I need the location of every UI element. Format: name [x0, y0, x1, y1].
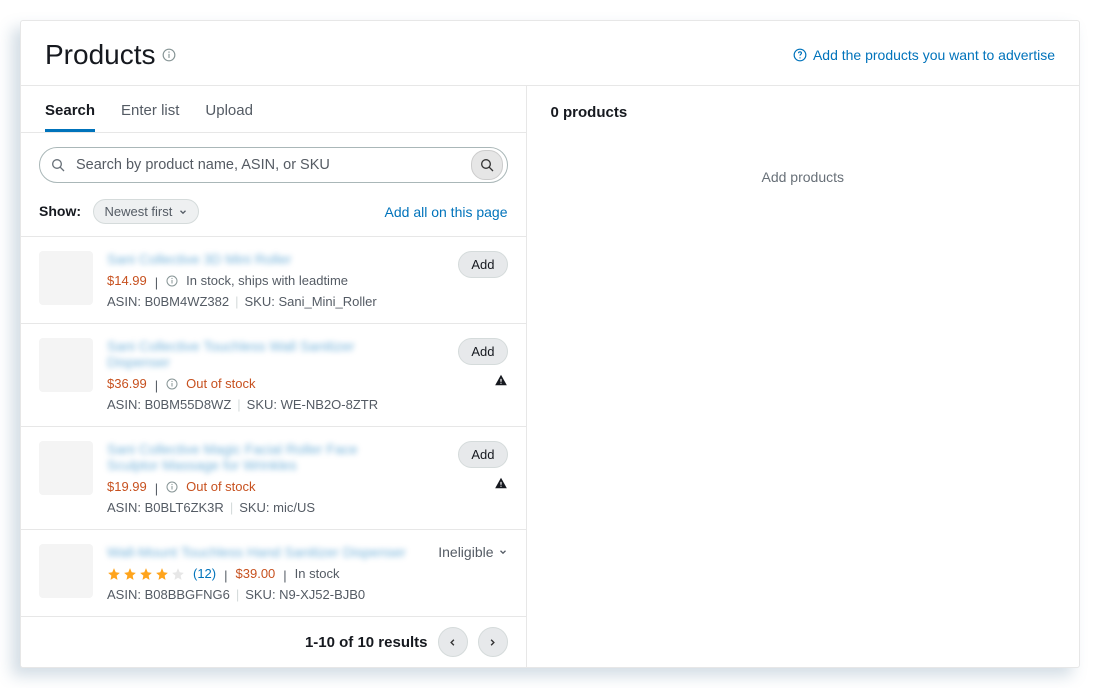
product-row: Sani Collective Magic Facial Roller Face…	[21, 427, 526, 530]
product-name[interactable]: Sani Collective Touchless Wall Sanitizer…	[107, 338, 408, 370]
page-title-text: Products	[45, 39, 156, 71]
product-name[interactable]: Wall-Mount Touchless Hand Sanitizer Disp…	[107, 544, 408, 560]
warning-icon	[494, 373, 508, 387]
pagination: 1-10 of 10 results	[21, 617, 526, 667]
star-icon	[139, 567, 153, 581]
help-icon	[793, 48, 807, 62]
page-title: Products	[45, 39, 176, 71]
product-price: $39.00	[236, 566, 276, 581]
product-list: Sani Collective 3D Mini Roller $14.99|In…	[21, 237, 526, 617]
selected-count: 0 products	[551, 104, 1056, 121]
add-product-button[interactable]: Add	[458, 338, 507, 365]
sort-value: Newest first	[104, 204, 172, 219]
star-icon	[123, 567, 137, 581]
stock-status: In stock	[295, 566, 340, 581]
search-field-wrap	[39, 147, 508, 183]
product-info: Sani Collective Touchless Wall Sanitizer…	[107, 338, 408, 412]
left-column: Search Enter list Upload Show: Newest	[21, 86, 527, 667]
prev-page-button[interactable]	[438, 627, 468, 657]
search-row	[21, 133, 526, 193]
product-action: Add	[422, 251, 508, 309]
chevron-down-icon	[498, 547, 508, 557]
help-link-text: Add the products you want to advertise	[813, 47, 1055, 63]
chevron-down-icon	[178, 207, 188, 217]
chevron-right-icon	[487, 637, 498, 648]
tab-upload[interactable]: Upload	[205, 102, 253, 132]
product-row: Wall-Mount Touchless Hand Sanitizer Disp…	[21, 530, 526, 617]
filter-row: Show: Newest first Add all on this page	[21, 193, 526, 237]
stock-status: Out of stock	[186, 376, 255, 391]
star-rating	[107, 567, 185, 581]
ineligible-dropdown[interactable]: Ineligible	[438, 544, 507, 560]
panel-header: Products Add the products you want to ad…	[21, 21, 1079, 86]
product-info: Sani Collective Magic Facial Roller Face…	[107, 441, 408, 515]
product-name[interactable]: Sani Collective Magic Facial Roller Face…	[107, 441, 408, 473]
sort-dropdown[interactable]: Newest first	[93, 199, 199, 224]
tab-search[interactable]: Search	[45, 102, 95, 132]
sort-controls: Show: Newest first	[39, 199, 199, 224]
star-icon	[107, 567, 121, 581]
product-row: Sani Collective 3D Mini Roller $14.99|In…	[21, 237, 526, 324]
search-button[interactable]	[471, 150, 503, 180]
star-icon	[171, 567, 185, 581]
product-price: $19.99	[107, 479, 147, 494]
star-icon	[155, 567, 169, 581]
product-action: Add	[422, 338, 508, 412]
product-ids: ASIN: B0BLT6ZK3R|SKU: mic/US	[107, 500, 408, 515]
product-thumbnail	[39, 544, 93, 598]
product-thumbnail	[39, 338, 93, 392]
review-count[interactable]: (12)	[193, 566, 216, 581]
product-row: Sani Collective Touchless Wall Sanitizer…	[21, 324, 526, 427]
empty-state-text: Add products	[551, 169, 1056, 185]
add-product-button[interactable]: Add	[458, 251, 507, 278]
products-panel: Products Add the products you want to ad…	[20, 20, 1080, 668]
product-price: $36.99	[107, 376, 147, 391]
product-ids: ASIN: B0BM4WZ382|SKU: Sani_Mini_Roller	[107, 294, 408, 309]
product-ids: ASIN: B0BM55D8WZ|SKU: WE-NB2O-8ZTR	[107, 397, 408, 412]
add-product-button[interactable]: Add	[458, 441, 507, 468]
product-action: Add	[422, 441, 508, 515]
product-action: Ineligible	[422, 544, 508, 602]
product-ids: ASIN: B08BBGFNG6|SKU: N9-XJ52-BJB0	[107, 587, 408, 602]
product-thumbnail	[39, 251, 93, 305]
stock-status: In stock, ships with leadtime	[186, 273, 348, 288]
help-link[interactable]: Add the products you want to advertise	[793, 47, 1055, 63]
info-icon[interactable]	[166, 481, 178, 493]
product-name[interactable]: Sani Collective 3D Mini Roller	[107, 251, 408, 267]
stock-status: Out of stock	[186, 479, 255, 494]
right-column: 0 products Add products	[527, 86, 1080, 667]
pagination-text: 1-10 of 10 results	[305, 634, 428, 651]
info-icon[interactable]	[162, 48, 176, 62]
show-label: Show:	[39, 203, 81, 219]
info-icon[interactable]	[166, 275, 178, 287]
next-page-button[interactable]	[478, 627, 508, 657]
product-thumbnail	[39, 441, 93, 495]
product-info: Sani Collective 3D Mini Roller $14.99|In…	[107, 251, 408, 309]
tab-enter-list[interactable]: Enter list	[121, 102, 179, 132]
add-all-link[interactable]: Add all on this page	[385, 204, 508, 220]
product-info: Wall-Mount Touchless Hand Sanitizer Disp…	[107, 544, 408, 602]
warning-icon	[494, 476, 508, 490]
search-icon	[479, 157, 495, 173]
search-input[interactable]	[66, 149, 471, 181]
two-column-layout: Search Enter list Upload Show: Newest	[21, 86, 1079, 667]
search-icon	[50, 157, 66, 173]
info-icon[interactable]	[166, 378, 178, 390]
tabs: Search Enter list Upload	[21, 86, 526, 133]
chevron-left-icon	[447, 637, 458, 648]
product-price: $14.99	[107, 273, 147, 288]
